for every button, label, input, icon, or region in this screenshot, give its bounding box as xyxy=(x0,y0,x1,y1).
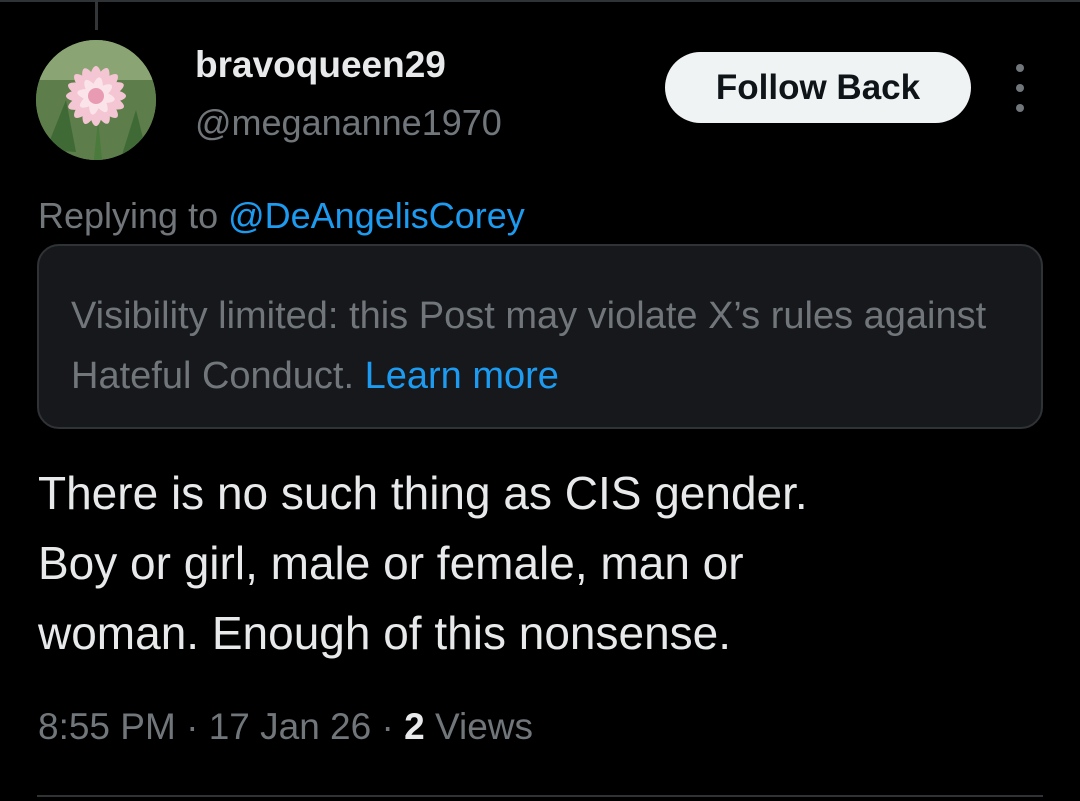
post-text: There is no such thing as CIS gender. Bo… xyxy=(38,467,808,659)
follow-back-button[interactable]: Follow Back xyxy=(665,52,971,123)
reply-mention-link[interactable]: @DeAngelisCorey xyxy=(228,195,525,236)
views-count: 2 xyxy=(404,706,425,747)
display-name[interactable]: bravoqueen29 xyxy=(195,44,446,86)
bottom-divider xyxy=(37,795,1043,797)
views-label: Views xyxy=(424,706,533,747)
top-divider xyxy=(0,0,1080,2)
pink-dahlia-flower-avatar-icon xyxy=(36,40,156,160)
meta-separator: · xyxy=(175,706,209,747)
meta-separator: · xyxy=(371,706,405,747)
user-handle[interactable]: @megananne1970 xyxy=(195,102,502,144)
thread-connector-line xyxy=(95,0,98,30)
replying-prefix: Replying to xyxy=(38,195,229,236)
post-time[interactable]: 8:55 PM xyxy=(38,706,176,747)
more-options-button[interactable] xyxy=(1006,64,1034,112)
more-vertical-icon-dot xyxy=(1016,84,1024,92)
learn-more-link[interactable]: Learn more xyxy=(365,355,559,397)
avatar[interactable] xyxy=(36,40,156,160)
more-vertical-icon xyxy=(1016,64,1024,72)
post-date[interactable]: 17 Jan 26 xyxy=(209,706,372,747)
post-meta: 8:55 PM · 17 Jan 26 · 2 Views xyxy=(38,706,533,748)
more-vertical-icon-dot xyxy=(1016,104,1024,112)
replying-to-line: Replying to @DeAngelisCorey xyxy=(38,195,525,237)
visibility-notice: Visibility limited: this Post may violat… xyxy=(37,244,1043,429)
